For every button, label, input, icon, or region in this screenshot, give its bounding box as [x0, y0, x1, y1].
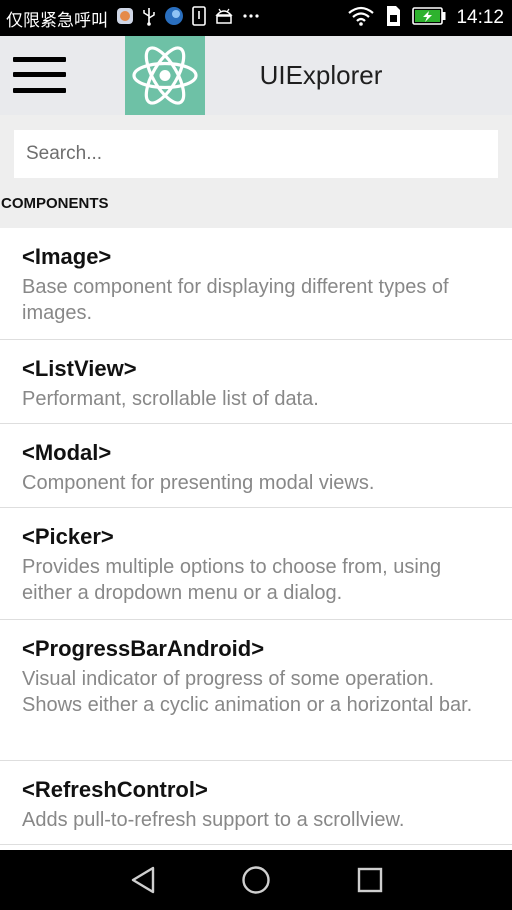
hamburger-menu-icon[interactable]: [13, 55, 67, 95]
item-description: Adds pull-to-refresh support to a scroll…: [22, 809, 405, 831]
navigation-bar: [0, 850, 512, 910]
battery-charging-icon: [412, 6, 446, 30]
toolbar: UIExplorer: [0, 36, 512, 115]
status-time: 14:12: [456, 7, 504, 28]
list-item[interactable]: <ListView> Performant, scrollable list o…: [0, 340, 512, 424]
item-title: <ProgressBarAndroid>: [22, 636, 265, 661]
item-description: Base component for displaying different …: [22, 276, 449, 324]
item-description: Component for presenting modal views.: [22, 472, 375, 494]
item-description: Provides multiple options to choose from…: [22, 556, 442, 604]
list-item[interactable]: <RefreshControl> Adds pull-to-refresh su…: [0, 761, 512, 845]
status-left: 仅限紧急呼叫: [6, 0, 260, 36]
search-area: COMPONENTS: [0, 115, 512, 228]
app-notification-icon: [164, 6, 184, 31]
item-title: <Modal>: [22, 440, 112, 465]
item-description: Visual indicator of progress of some ope…: [22, 668, 473, 716]
android-debug-icon: [214, 6, 234, 31]
wifi-icon: [348, 6, 375, 31]
download-icon: [192, 5, 206, 31]
item-title: <ListView>: [22, 356, 137, 381]
status-bar: 仅限紧急呼叫 14:12: [0, 0, 512, 36]
item-title: <Picker>: [22, 524, 114, 549]
app-title: UIExplorer: [259, 60, 383, 90]
menu-bar-line: [13, 72, 66, 77]
back-icon[interactable]: [93, 850, 193, 910]
components-list: <Image> Base component for displaying di…: [0, 228, 512, 850]
menu-bar-line: [13, 57, 66, 62]
search-input[interactable]: [14, 130, 498, 178]
list-item[interactable]: <Image> Base component for displaying di…: [0, 228, 512, 340]
react-atom-icon: [125, 36, 205, 115]
list-item[interactable]: <Picker> Provides multiple options to ch…: [0, 508, 512, 620]
item-title: <RefreshControl>: [22, 777, 208, 802]
app-screen: 仅限紧急呼叫 14:12 UIExplorer Search... COMPON…: [0, 0, 512, 910]
carrier-label: 仅限紧急呼叫: [6, 10, 108, 31]
home-icon[interactable]: [206, 850, 306, 910]
list-item[interactable]: <Modal> Component for presenting modal v…: [0, 424, 512, 508]
menu-bar-line: [13, 88, 66, 93]
list-item[interactable]: <ProgressBarAndroid> Visual indicator of…: [0, 620, 512, 761]
usb-icon: [142, 6, 156, 31]
app-notification-icon: [116, 7, 134, 30]
recents-icon[interactable]: [320, 850, 420, 910]
item-title: <Image>: [22, 244, 112, 269]
status-right: 14:12: [348, 0, 504, 36]
section-header: COMPONENTS: [1, 195, 109, 212]
more-icon: [242, 6, 260, 31]
item-description: Performant, scrollable list of data.: [22, 388, 319, 410]
sim-icon: [384, 5, 402, 32]
